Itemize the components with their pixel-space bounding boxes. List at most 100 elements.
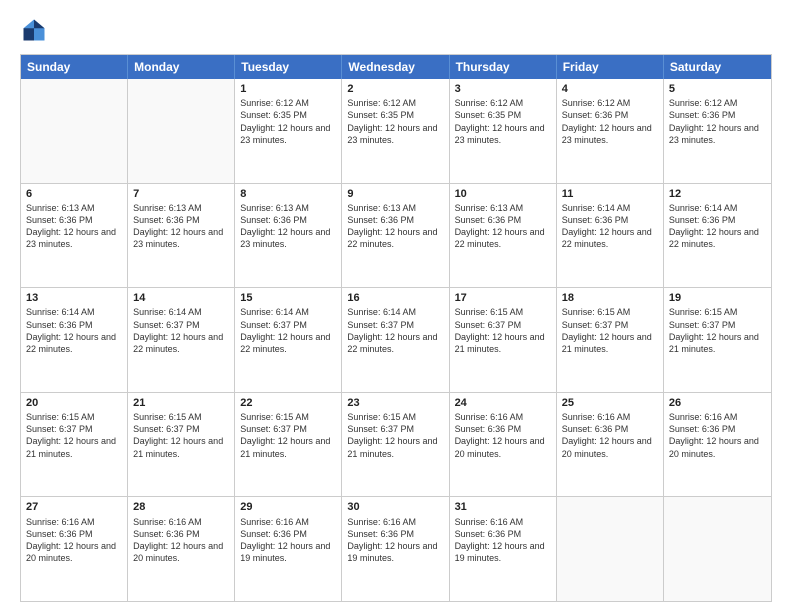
day-cell-23: 23Sunrise: 6:15 AMSunset: 6:37 PMDayligh… xyxy=(342,393,449,497)
day-number: 30 xyxy=(347,500,443,514)
day-number: 27 xyxy=(26,500,122,514)
day-number: 26 xyxy=(669,396,766,410)
day-cell-1: 1Sunrise: 6:12 AMSunset: 6:35 PMDaylight… xyxy=(235,79,342,183)
calendar: SundayMondayTuesdayWednesdayThursdayFrid… xyxy=(20,54,772,602)
day-cell-21: 21Sunrise: 6:15 AMSunset: 6:37 PMDayligh… xyxy=(128,393,235,497)
empty-cell xyxy=(128,79,235,183)
day-number: 21 xyxy=(133,396,229,410)
day-cell-17: 17Sunrise: 6:15 AMSunset: 6:37 PMDayligh… xyxy=(450,288,557,392)
day-number: 3 xyxy=(455,82,551,96)
day-cell-2: 2Sunrise: 6:12 AMSunset: 6:35 PMDaylight… xyxy=(342,79,449,183)
day-cell-4: 4Sunrise: 6:12 AMSunset: 6:36 PMDaylight… xyxy=(557,79,664,183)
header-day-sunday: Sunday xyxy=(21,55,128,79)
day-number: 8 xyxy=(240,187,336,201)
sun-info: Sunrise: 6:16 AMSunset: 6:36 PMDaylight:… xyxy=(455,516,551,565)
sun-info: Sunrise: 6:15 AMSunset: 6:37 PMDaylight:… xyxy=(562,306,658,355)
calendar-row-2: 6Sunrise: 6:13 AMSunset: 6:36 PMDaylight… xyxy=(21,183,771,288)
day-cell-6: 6Sunrise: 6:13 AMSunset: 6:36 PMDaylight… xyxy=(21,184,128,288)
day-number: 20 xyxy=(26,396,122,410)
sun-info: Sunrise: 6:15 AMSunset: 6:37 PMDaylight:… xyxy=(455,306,551,355)
day-number: 10 xyxy=(455,187,551,201)
sun-info: Sunrise: 6:15 AMSunset: 6:37 PMDaylight:… xyxy=(26,411,122,460)
calendar-row-3: 13Sunrise: 6:14 AMSunset: 6:36 PMDayligh… xyxy=(21,287,771,392)
empty-cell xyxy=(557,497,664,601)
day-number: 31 xyxy=(455,500,551,514)
day-cell-8: 8Sunrise: 6:13 AMSunset: 6:36 PMDaylight… xyxy=(235,184,342,288)
day-cell-24: 24Sunrise: 6:16 AMSunset: 6:36 PMDayligh… xyxy=(450,393,557,497)
sun-info: Sunrise: 6:16 AMSunset: 6:36 PMDaylight:… xyxy=(669,411,766,460)
day-number: 12 xyxy=(669,187,766,201)
empty-cell xyxy=(21,79,128,183)
page: SundayMondayTuesdayWednesdayThursdayFrid… xyxy=(0,0,792,612)
sun-info: Sunrise: 6:14 AMSunset: 6:36 PMDaylight:… xyxy=(562,202,658,251)
sun-info: Sunrise: 6:14 AMSunset: 6:36 PMDaylight:… xyxy=(26,306,122,355)
day-cell-31: 31 Sunrise: 6:16 AMSunset: 6:36 PMDayligh… xyxy=(450,497,557,601)
sun-info: Sunrise: 6:16 AMSunset: 6:36 PMDaylight:… xyxy=(562,411,658,460)
day-cell-3: 3Sunrise: 6:12 AMSunset: 6:35 PMDaylight… xyxy=(450,79,557,183)
sun-info: Sunrise: 6:12 AMSunset: 6:35 PMDaylight:… xyxy=(240,97,336,146)
day-cell-18: 18Sunrise: 6:15 AMSunset: 6:37 PMDayligh… xyxy=(557,288,664,392)
sun-info: Sunrise: 6:16 AMSunset: 6:36 PMDaylight:… xyxy=(133,516,229,565)
day-number: 2 xyxy=(347,82,443,96)
sun-info: Sunrise: 6:15 AMSunset: 6:37 PMDaylight:… xyxy=(133,411,229,460)
day-cell-29: 29 Sunrise: 6:16 AMSunset: 6:36 PMDayligh… xyxy=(235,497,342,601)
header-day-monday: Monday xyxy=(128,55,235,79)
day-cell-19: 19Sunrise: 6:15 AMSunset: 6:37 PMDayligh… xyxy=(664,288,771,392)
day-cell-16: 16Sunrise: 6:14 AMSunset: 6:37 PMDayligh… xyxy=(342,288,449,392)
day-number: 23 xyxy=(347,396,443,410)
sun-info: Sunrise: 6:14 AMSunset: 6:37 PMDaylight:… xyxy=(347,306,443,355)
day-cell-30: 30Sunrise: 6:16 AMSunset: 6:36 PMDayligh… xyxy=(342,497,449,601)
day-number: 11 xyxy=(562,187,658,201)
day-number: 28 xyxy=(133,500,229,514)
day-number: 29 xyxy=(240,500,336,514)
day-number: 1 xyxy=(240,82,336,96)
sun-info: Sunrise: 6:14 AMSunset: 6:37 PMDaylight:… xyxy=(240,306,336,355)
day-cell-14: 14Sunrise: 6:14 AMSunset: 6:37 PMDayligh… xyxy=(128,288,235,392)
day-number: 5 xyxy=(669,82,766,96)
sun-info: Sunrise: 6:12 AMSunset: 6:36 PMDaylight:… xyxy=(669,97,766,146)
sun-info: Sunrise: 6:14 AMSunset: 6:37 PMDaylight:… xyxy=(133,306,229,355)
sun-info: Sunrise: 6:13 AMSunset: 6:36 PMDaylight:… xyxy=(26,202,122,251)
header-day-tuesday: Tuesday xyxy=(235,55,342,79)
day-cell-5: 5Sunrise: 6:12 AMSunset: 6:36 PMDaylight… xyxy=(664,79,771,183)
day-cell-11: 11Sunrise: 6:14 AMSunset: 6:36 PMDayligh… xyxy=(557,184,664,288)
day-number: 25 xyxy=(562,396,658,410)
calendar-body: 1Sunrise: 6:12 AMSunset: 6:35 PMDaylight… xyxy=(21,79,771,601)
sun-info: Sunrise: 6:12 AMSunset: 6:35 PMDaylight:… xyxy=(455,97,551,146)
day-cell-27: 27 Sunrise: 6:16 AMSunset: 6:36 PMDayligh… xyxy=(21,497,128,601)
day-number: 7 xyxy=(133,187,229,201)
day-number: 13 xyxy=(26,291,122,305)
day-number: 18 xyxy=(562,291,658,305)
logo xyxy=(20,16,52,44)
sun-info: Sunrise: 6:16 AMSunset: 6:36 PMDaylight:… xyxy=(240,516,336,565)
header-day-friday: Friday xyxy=(557,55,664,79)
sun-info: Sunrise: 6:12 AMSunset: 6:35 PMDaylight:… xyxy=(347,97,443,146)
sun-info: Sunrise: 6:13 AMSunset: 6:36 PMDaylight:… xyxy=(240,202,336,251)
day-number: 22 xyxy=(240,396,336,410)
day-cell-20: 20Sunrise: 6:15 AMSunset: 6:37 PMDayligh… xyxy=(21,393,128,497)
day-cell-25: 25Sunrise: 6:16 AMSunset: 6:36 PMDayligh… xyxy=(557,393,664,497)
day-cell-28: 28 Sunrise: 6:16 AMSunset: 6:36 PMDayligh… xyxy=(128,497,235,601)
empty-cell xyxy=(664,497,771,601)
calendar-row-1: 1Sunrise: 6:12 AMSunset: 6:35 PMDaylight… xyxy=(21,79,771,183)
sun-info: Sunrise: 6:16 AMSunset: 6:36 PMDaylight:… xyxy=(26,516,122,565)
header-day-wednesday: Wednesday xyxy=(342,55,449,79)
sun-info: Sunrise: 6:15 AMSunset: 6:37 PMDaylight:… xyxy=(669,306,766,355)
day-number: 19 xyxy=(669,291,766,305)
calendar-row-5: 27 Sunrise: 6:16 AMSunset: 6:36 PMDayligh… xyxy=(21,496,771,601)
day-cell-15: 15Sunrise: 6:14 AMSunset: 6:37 PMDayligh… xyxy=(235,288,342,392)
day-cell-10: 10Sunrise: 6:13 AMSunset: 6:36 PMDayligh… xyxy=(450,184,557,288)
calendar-row-4: 20Sunrise: 6:15 AMSunset: 6:37 PMDayligh… xyxy=(21,392,771,497)
day-cell-13: 13Sunrise: 6:14 AMSunset: 6:36 PMDayligh… xyxy=(21,288,128,392)
day-cell-9: 9Sunrise: 6:13 AMSunset: 6:36 PMDaylight… xyxy=(342,184,449,288)
sun-info: Sunrise: 6:15 AMSunset: 6:37 PMDaylight:… xyxy=(347,411,443,460)
calendar-header: SundayMondayTuesdayWednesdayThursdayFrid… xyxy=(21,55,771,79)
day-cell-12: 12Sunrise: 6:14 AMSunset: 6:36 PMDayligh… xyxy=(664,184,771,288)
logo-icon xyxy=(20,16,48,44)
header-day-saturday: Saturday xyxy=(664,55,771,79)
day-number: 9 xyxy=(347,187,443,201)
day-cell-22: 22Sunrise: 6:15 AMSunset: 6:37 PMDayligh… xyxy=(235,393,342,497)
day-cell-7: 7Sunrise: 6:13 AMSunset: 6:36 PMDaylight… xyxy=(128,184,235,288)
sun-info: Sunrise: 6:13 AMSunset: 6:36 PMDaylight:… xyxy=(133,202,229,251)
day-number: 17 xyxy=(455,291,551,305)
